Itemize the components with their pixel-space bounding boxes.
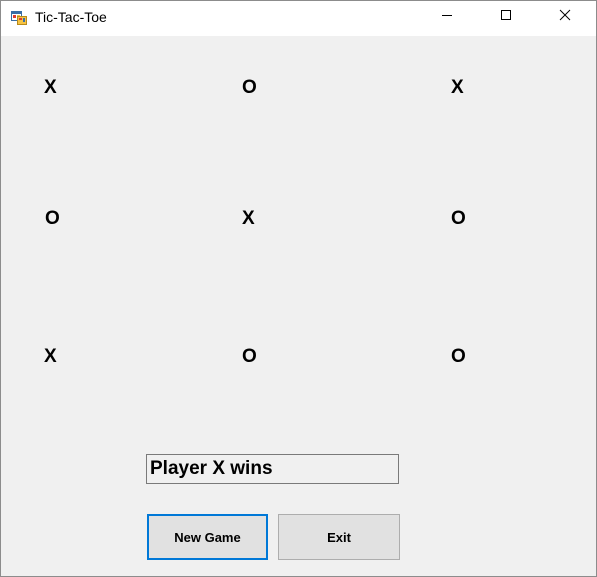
form-client-area: X O X O X O X O O Player X wins New Game… xyxy=(1,36,596,576)
board-cell-r1c2[interactable]: O xyxy=(242,73,302,103)
board-cell-r3c3[interactable]: O xyxy=(451,342,511,372)
status-textbox[interactable]: Player X wins xyxy=(146,454,399,484)
minimize-button[interactable] xyxy=(424,1,470,33)
board-cell-r1c1[interactable]: X xyxy=(44,73,104,103)
minimize-icon xyxy=(441,8,453,26)
window-title: Tic-Tac-Toe xyxy=(35,9,107,25)
new-game-button[interactable]: New Game xyxy=(147,514,268,560)
maximize-icon xyxy=(500,8,512,26)
tic-tac-toe-window: Tic-Tac-Toe X O X O X O X O O Player X w… xyxy=(0,0,597,577)
maximize-button[interactable] xyxy=(483,1,529,33)
app-icon xyxy=(11,9,27,25)
close-button[interactable] xyxy=(542,1,588,33)
board-cell-r1c3[interactable]: X xyxy=(451,73,511,103)
board-cell-r2c3[interactable]: O xyxy=(451,204,511,234)
board-cell-r3c1[interactable]: X xyxy=(44,342,104,372)
board-cell-r3c2[interactable]: O xyxy=(242,342,302,372)
board-cell-r2c2[interactable]: X xyxy=(242,204,302,234)
close-icon xyxy=(559,8,571,26)
board-cell-r2c1[interactable]: O xyxy=(45,204,105,234)
title-bar[interactable]: Tic-Tac-Toe xyxy=(1,1,596,36)
exit-button[interactable]: Exit xyxy=(278,514,400,560)
